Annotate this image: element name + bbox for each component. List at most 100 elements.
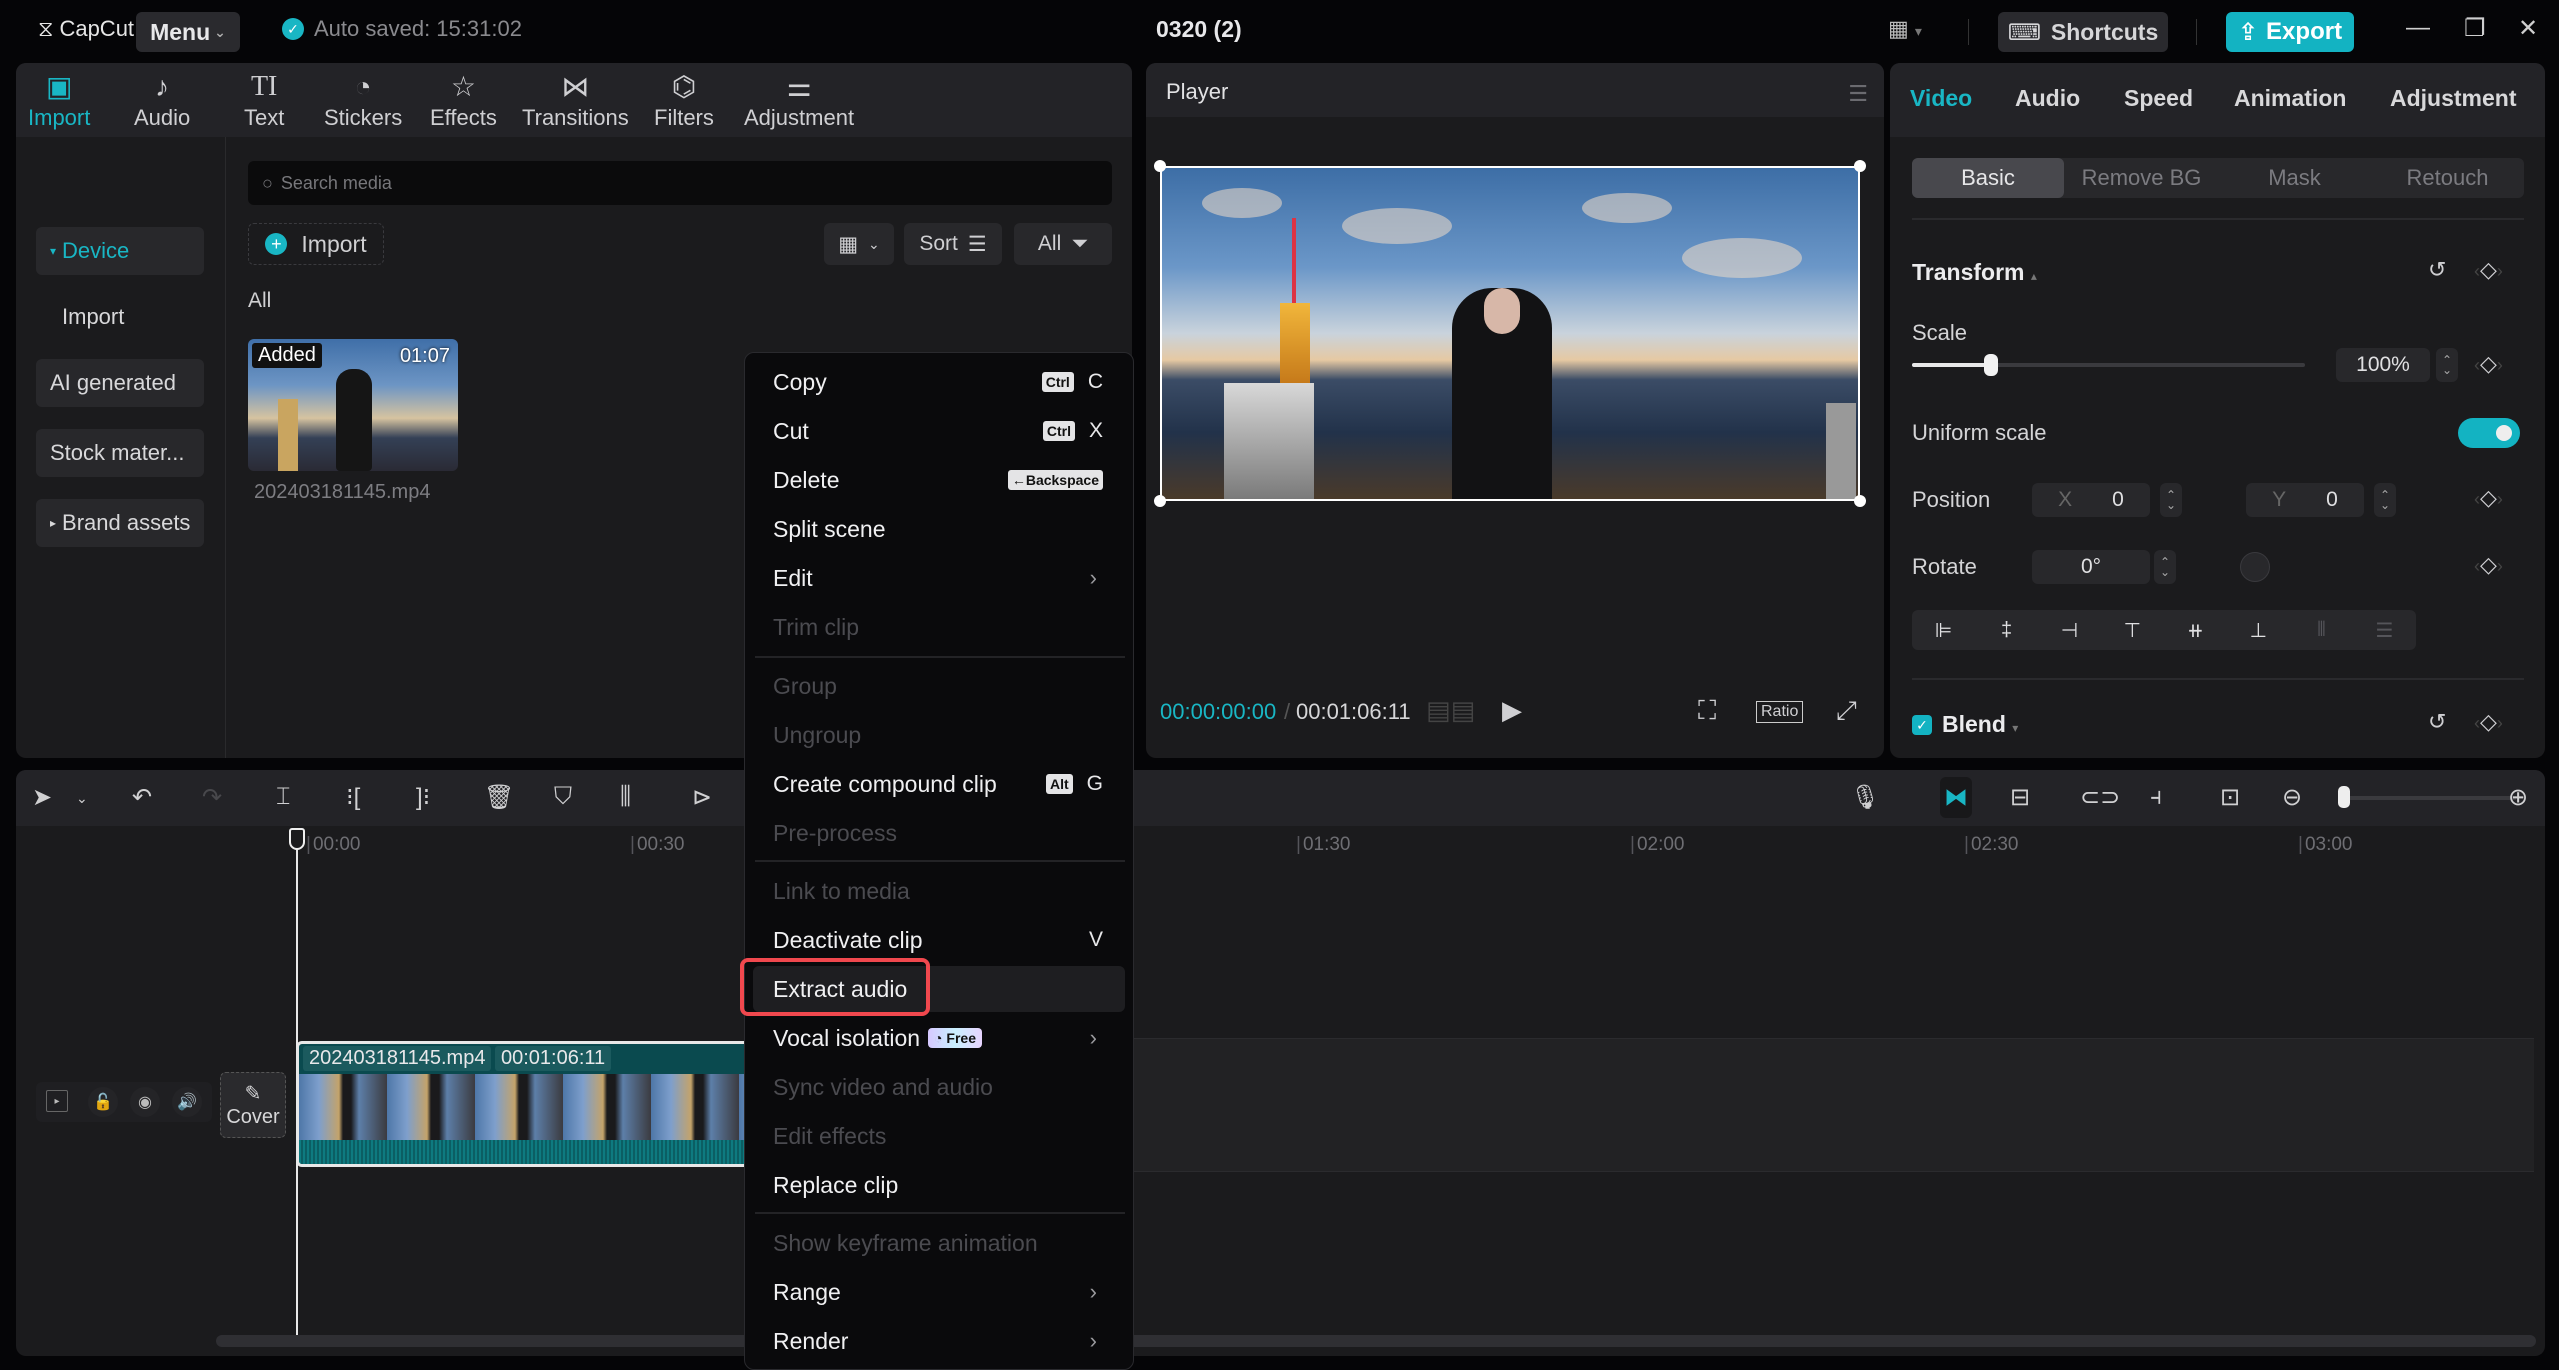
position-x-input[interactable]: X 0 <box>2032 483 2150 517</box>
resize-handle[interactable] <box>1154 160 1166 172</box>
rotate-stepper[interactable]: ⌃ ⌄ <box>2154 550 2176 584</box>
sidebar-item-brand-assets[interactable]: ▸ Brand assets <box>36 499 204 547</box>
playhead[interactable] <box>296 830 298 1336</box>
menu-item-delete[interactable]: Delete ←Backspace <box>753 457 1125 503</box>
restore-button[interactable]: ❐ <box>2464 14 2486 43</box>
undo-icon[interactable]: ↶ <box>132 783 152 812</box>
tab-video[interactable]: Video <box>1910 85 1972 112</box>
video-clip[interactable]: 202403181145.mp4 00:01:06:11 <box>296 1041 766 1167</box>
transform-section-title[interactable]: Transform ▴ <box>1912 259 2037 286</box>
fullscreen-icon[interactable]: ⤢ <box>1836 695 1857 727</box>
tab-animation[interactable]: Animation <box>2234 85 2346 112</box>
menu-item-render[interactable]: Render › <box>753 1318 1125 1364</box>
tab-text[interactable]: TI Text <box>244 69 284 131</box>
eye-icon[interactable]: ◉ <box>130 1087 160 1117</box>
menu-button[interactable]: Menu ⌄ <box>136 12 240 52</box>
menu-item-range[interactable]: Range › <box>753 1269 1125 1315</box>
menu-item-create-compound-clip[interactable]: Create compound clip Alt G <box>753 761 1125 807</box>
timeline-ruler[interactable] <box>16 826 2545 866</box>
sidebar-item-import[interactable]: Import <box>36 293 204 341</box>
timeline-view-icon[interactable]: ▤▤ <box>1426 695 1475 726</box>
zoom-in-icon[interactable]: ⊕ <box>2508 783 2528 812</box>
play-circle-icon[interactable]: ⊳ <box>692 783 712 812</box>
video-preview[interactable] <box>1160 166 1860 501</box>
tab-audio[interactable]: ♪ Audio <box>134 69 190 131</box>
menu-item-vocal-isolation[interactable]: Vocal isolation ◔ Free › <box>753 1015 1125 1061</box>
keyframe-icon[interactable]: ‹◇› <box>2474 709 2503 735</box>
microphone-icon[interactable]: 🎙 <box>1850 783 1880 812</box>
menu-item-edit[interactable]: Edit › <box>753 555 1125 601</box>
linkage-icon[interactable]: ⊂⊃ <box>2080 783 2120 812</box>
align-left-icon[interactable]: ⊫ <box>1912 610 1975 650</box>
scale-slider-thumb[interactable] <box>1983 354 1998 376</box>
export-button[interactable]: ⇪ Export <box>2226 12 2354 52</box>
align-center-vertical-icon[interactable]: ⧺ <box>2164 610 2227 650</box>
reset-icon[interactable]: ↺ <box>2428 709 2446 735</box>
sidebar-item-ai-generated[interactable]: AI generated <box>36 359 204 407</box>
chevron-down-icon[interactable]: ⌄ <box>76 790 88 807</box>
blend-section-title[interactable]: Blend ▾ <box>1942 711 2018 738</box>
rotate-input[interactable]: 0° <box>2032 550 2150 584</box>
lock-icon[interactable]: 🔓 <box>88 1087 118 1117</box>
marker-icon[interactable]: ⛉ <box>554 783 572 811</box>
scale-stepper[interactable]: ⌃ ⌄ <box>2436 348 2458 382</box>
layout-button[interactable]: ▦ ▾ <box>1888 16 1922 42</box>
blend-checkbox[interactable]: ✓ <box>1912 715 1932 735</box>
hamburger-menu-icon[interactable]: ☰ <box>1848 81 1868 107</box>
align-bottom-icon[interactable]: ⊥ <box>2227 610 2290 650</box>
scale-slider[interactable] <box>1912 354 2305 376</box>
freeze-frame-icon[interactable]: ⫼ <box>620 783 631 811</box>
zoom-fit-icon[interactable]: ⛶ <box>1698 695 1716 727</box>
scale-input[interactable]: 100% <box>2336 348 2430 382</box>
menu-item-deactivate-clip[interactable]: Deactivate clip V <box>753 917 1125 963</box>
tab-filters[interactable]: ⌬ Filters <box>654 69 714 131</box>
minimize-button[interactable]: — <box>2406 14 2430 42</box>
main-track-magnet-icon[interactable]: ⧓ <box>1940 777 1972 818</box>
zoom-to-fit-icon[interactable]: ⊡ <box>2220 783 2240 812</box>
position-x-stepper[interactable]: ⌃ ⌄ <box>2160 483 2182 517</box>
timeline-zoom-thumb[interactable] <box>2338 786 2350 808</box>
tab-import[interactable]: ▣ Import <box>28 69 90 131</box>
menu-item-replace-clip[interactable]: Replace clip <box>753 1162 1125 1208</box>
subtab-basic[interactable]: Basic <box>1912 158 2064 198</box>
sort-button[interactable]: Sort ☰ <box>904 223 1002 265</box>
reset-icon[interactable]: ↺ <box>2428 257 2446 283</box>
subtab-remove-bg[interactable]: Remove BG <box>2065 158 2218 198</box>
select-tool-icon[interactable]: ➤ <box>32 783 52 812</box>
tab-stickers[interactable]: ◔ Stickers <box>324 69 402 131</box>
tab-audio[interactable]: Audio <box>2015 85 2080 112</box>
resize-handle[interactable] <box>1854 160 1866 172</box>
menu-item-cut[interactable]: Cut Ctrl X <box>753 408 1125 454</box>
filter-button[interactable]: All ⏷ <box>1014 223 1112 265</box>
tab-effects[interactable]: ☆ Effects <box>430 69 497 131</box>
preview-axis-icon[interactable]: ⫞ <box>2150 783 2162 811</box>
sidebar-item-device[interactable]: ▾ Device <box>36 227 204 275</box>
keyframe-icon[interactable]: ‹◇› <box>2474 351 2503 377</box>
rotate-dial[interactable] <box>2240 552 2270 582</box>
align-top-icon[interactable]: ⊤ <box>2101 610 2164 650</box>
split-left-icon[interactable]: ⁝[ <box>346 783 360 812</box>
menu-item-copy[interactable]: Copy Ctrl C <box>753 359 1125 405</box>
view-mode-button[interactable]: ▦ ⌄ <box>824 223 894 265</box>
sidebar-item-stock-material[interactable]: Stock mater... <box>36 429 204 477</box>
align-center-horizontal-icon[interactable]: ‡ <box>1975 610 2038 650</box>
keyframe-icon[interactable]: ‹◇› <box>2474 552 2503 578</box>
search-input[interactable]: ○ Search media <box>248 161 1112 205</box>
keyframe-icon[interactable]: ‹◇› <box>2474 485 2503 511</box>
menu-item-split-scene[interactable]: Split scene <box>753 506 1125 552</box>
resize-handle[interactable] <box>1154 495 1166 507</box>
play-icon[interactable]: ▶ <box>1502 695 1522 726</box>
zoom-out-icon[interactable]: ⊖ <box>2282 783 2302 812</box>
playhead-handle[interactable] <box>289 828 305 850</box>
import-button[interactable]: + Import <box>248 223 384 265</box>
timeline-horizontal-scrollbar[interactable] <box>216 1335 2536 1347</box>
timeline-zoom-slider[interactable] <box>2346 796 2516 800</box>
resize-handle[interactable] <box>1854 495 1866 507</box>
uniform-scale-toggle[interactable] <box>2458 418 2520 448</box>
shortcuts-button[interactable]: ⌨ Shortcuts <box>1998 12 2168 52</box>
close-button[interactable]: ✕ <box>2518 14 2538 43</box>
tab-adjustment[interactable]: Adjustment <box>2390 85 2517 112</box>
position-y-stepper[interactable]: ⌃ ⌄ <box>2374 483 2396 517</box>
track-thumbnail-toggle-icon[interactable]: ▸ <box>46 1090 68 1112</box>
subtab-retouch[interactable]: Retouch <box>2371 158 2524 198</box>
